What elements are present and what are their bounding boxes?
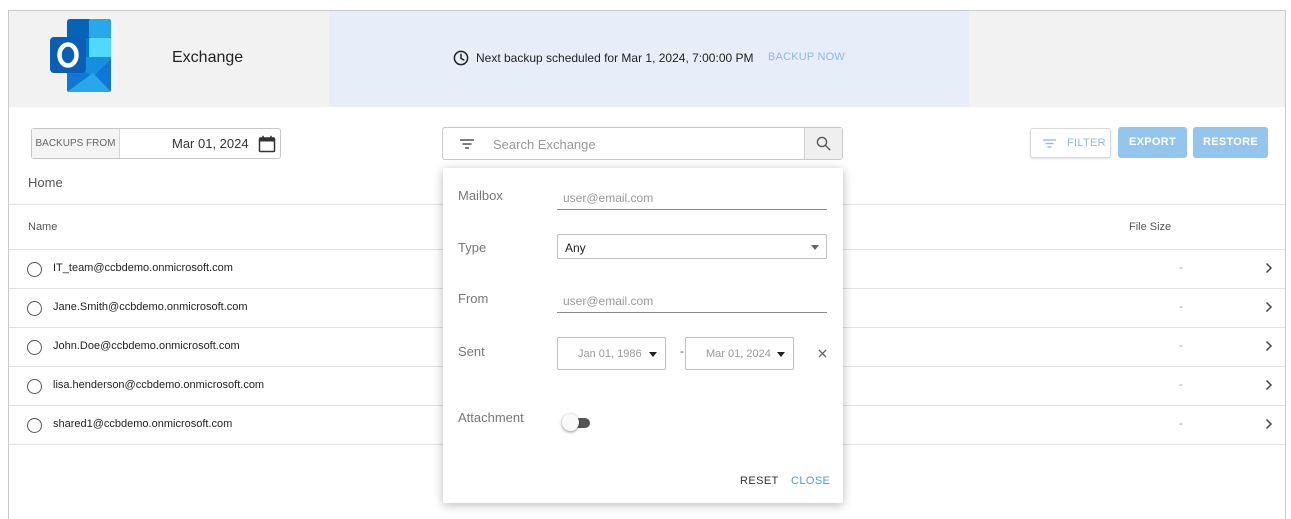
filter-lines-icon	[1043, 139, 1056, 148]
search-bar	[442, 127, 843, 160]
reset-button[interactable]: RESET	[740, 475, 779, 487]
attachment-toggle[interactable]	[562, 414, 592, 431]
restore-button[interactable]: RESTORE	[1193, 127, 1268, 158]
chevron-right-icon[interactable]	[1265, 379, 1273, 391]
row-mailbox-name: lisa.henderson@ccbdemo.onmicrosoft.com	[53, 379, 265, 391]
filter-button[interactable]: FILTER	[1030, 128, 1111, 158]
attachment-label: Attachment	[458, 410, 524, 425]
sent-from-date[interactable]: Jan 01, 1986	[557, 337, 666, 370]
caret-down-icon	[811, 245, 819, 250]
sent-from-value: Jan 01, 1986	[578, 348, 642, 360]
row-radio[interactable]	[27, 379, 42, 394]
type-select-value: Any	[565, 241, 586, 255]
filter-panel: Mailbox Type Any From Sent Jan 01, 1986 …	[443, 168, 843, 503]
row-file-size: -	[1179, 418, 1183, 430]
backup-schedule-banner: Next backup scheduled for Mar 1, 2024, 7…	[329, 11, 969, 107]
calendar-icon[interactable]	[258, 135, 276, 153]
app-title: Exchange	[172, 49, 244, 66]
next-backup-text: Next backup scheduled for Mar 1, 2024, 7…	[476, 51, 754, 65]
row-radio[interactable]	[27, 301, 42, 316]
row-radio[interactable]	[27, 418, 42, 433]
search-icon	[816, 136, 831, 151]
row-file-size: -	[1179, 379, 1183, 391]
row-mailbox-name: IT_team@ccbdemo.onmicrosoft.com	[53, 262, 233, 274]
toggle-thumb	[562, 414, 579, 431]
outlook-logo	[50, 19, 111, 92]
from-field[interactable]	[557, 289, 827, 313]
clear-icon[interactable]	[818, 349, 827, 358]
backups-from-picker[interactable]: BACKUPS FROM Mar 01, 2024	[31, 128, 281, 159]
chevron-right-icon[interactable]	[1265, 262, 1273, 274]
row-mailbox-name: Jane.Smith@ccbdemo.onmicrosoft.com	[53, 301, 248, 313]
search-button[interactable]	[804, 128, 842, 159]
backups-from-date[interactable]: Mar 01, 2024	[172, 136, 249, 151]
search-input[interactable]	[493, 135, 793, 153]
filter-lines-icon[interactable]	[460, 139, 474, 149]
sent-to-value: Mar 01, 2024	[706, 348, 771, 360]
backups-from-label: BACKUPS FROM	[32, 129, 120, 158]
row-file-size: -	[1179, 340, 1183, 352]
row-radio[interactable]	[27, 340, 42, 355]
breadcrumb[interactable]: Home	[28, 175, 63, 190]
row-mailbox-name: John.Doe@ccbdemo.onmicrosoft.com	[53, 340, 240, 352]
caret-down-icon	[649, 352, 657, 357]
row-mailbox-name: shared1@ccbdemo.onmicrosoft.com	[53, 418, 233, 430]
export-button[interactable]: EXPORT	[1118, 127, 1187, 158]
mailbox-label: Mailbox	[458, 188, 503, 203]
column-header-name[interactable]: Name	[28, 221, 57, 233]
mailbox-field[interactable]	[557, 186, 827, 210]
row-file-size: -	[1179, 262, 1183, 274]
from-label: From	[458, 291, 489, 306]
app-frame: Exchange Next backup scheduled for Mar 1…	[8, 10, 1286, 519]
backup-now-button[interactable]: BACKUP NOW	[768, 51, 845, 63]
close-button[interactable]: CLOSE	[791, 475, 830, 487]
chevron-right-icon[interactable]	[1265, 418, 1273, 430]
row-radio[interactable]	[27, 262, 42, 277]
caret-down-icon	[777, 352, 785, 357]
app-header: Exchange Next backup scheduled for Mar 1…	[9, 11, 1285, 107]
row-file-size: -	[1179, 301, 1183, 313]
chevron-right-icon[interactable]	[1265, 340, 1273, 352]
type-label: Type	[458, 240, 487, 255]
sent-label: Sent	[458, 344, 485, 359]
filter-button-label: FILTER	[1067, 137, 1106, 149]
column-header-file-size[interactable]: File Size	[1129, 221, 1171, 233]
type-select[interactable]: Any	[557, 234, 827, 259]
chevron-right-icon[interactable]	[1265, 301, 1273, 313]
sent-to-date[interactable]: Mar 01, 2024	[685, 337, 794, 370]
date-range-separator: -	[680, 344, 684, 358]
clock-icon	[453, 50, 469, 66]
